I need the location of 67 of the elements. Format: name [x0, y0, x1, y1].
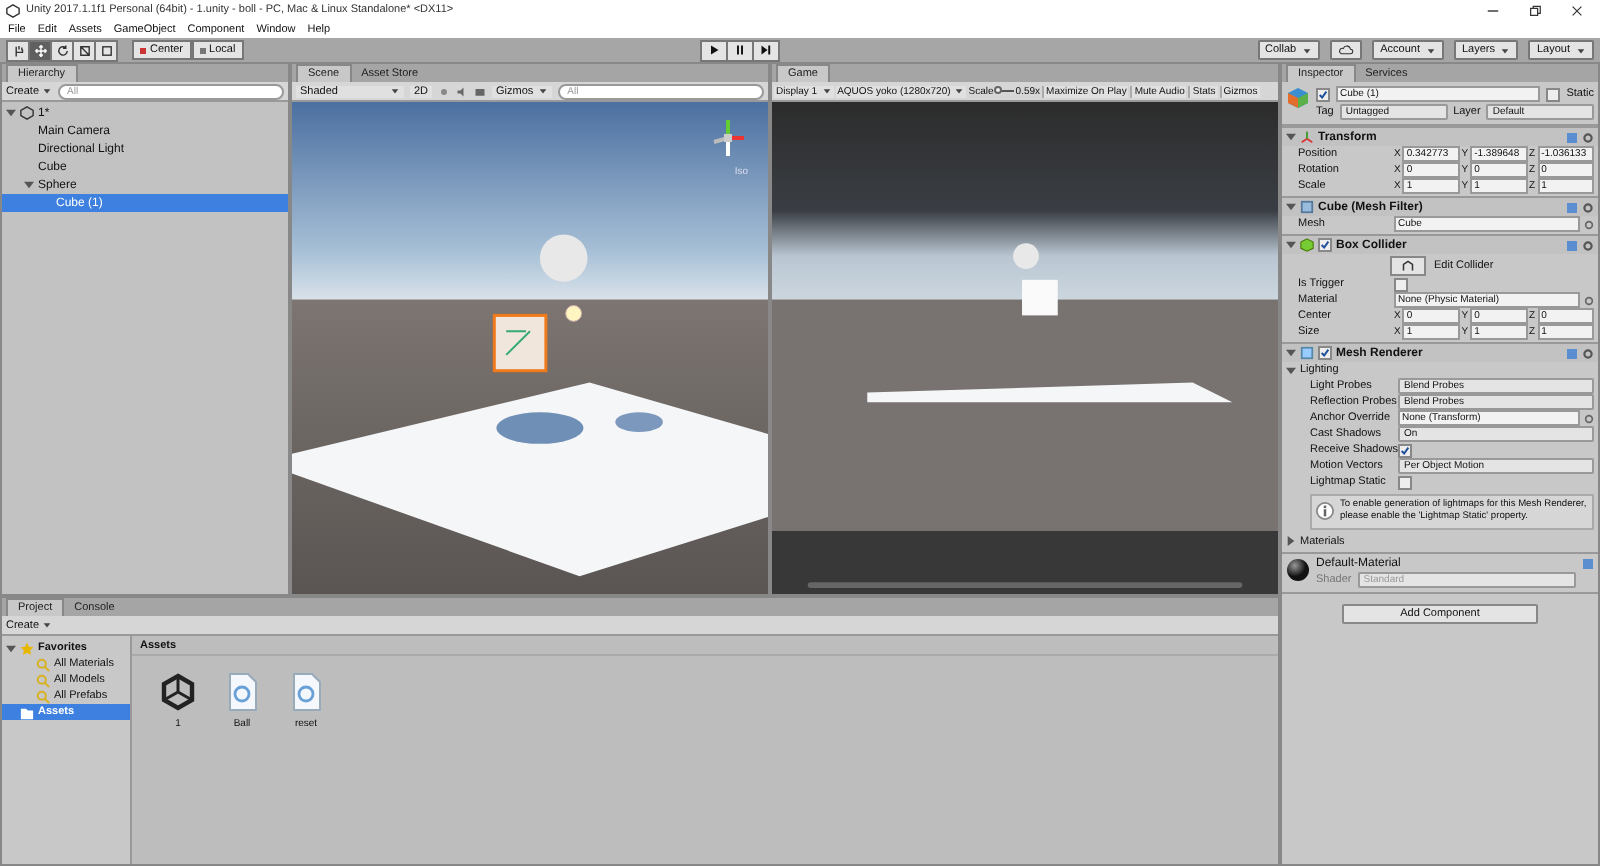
rotate-icon — [55, 43, 69, 57]
mesh-icon — [1300, 346, 1314, 360]
target-icon[interactable] — [1584, 295, 1594, 305]
collider-cube-icon — [1300, 238, 1314, 252]
cube-icon — [1286, 86, 1310, 110]
expand-triangle-icon[interactable] — [6, 108, 16, 118]
unity-logo-icon[interactable] — [158, 672, 198, 712]
caret-icon — [41, 620, 52, 630]
collider-edit-icon — [1402, 259, 1414, 271]
settings-icon[interactable] — [1582, 201, 1594, 213]
slider-thumb[interactable] — [993, 86, 1002, 94]
expand-triangle-icon[interactable] — [1286, 240, 1296, 250]
scene-view-drawing[interactable] — [292, 102, 768, 594]
material-sphere-icon — [1286, 557, 1310, 581]
caret-icon — [537, 86, 548, 96]
expand-triangle-icon[interactable] — [1286, 132, 1296, 142]
checkbox[interactable] — [1394, 277, 1408, 291]
folder-icon — [20, 705, 34, 719]
caret-icon — [1302, 45, 1313, 55]
cloud-icon — [1338, 44, 1355, 56]
tool-button[interactable] — [50, 39, 74, 61]
scale-icon — [77, 43, 91, 57]
caret-icon — [390, 86, 400, 96]
info-icon — [1316, 502, 1334, 521]
target-icon[interactable] — [1584, 219, 1594, 229]
hand-icon — [11, 43, 25, 57]
enabled-checkbox[interactable] — [1318, 346, 1332, 360]
close-icon[interactable] — [1570, 3, 1584, 17]
expand-triangle-icon[interactable] — [24, 180, 34, 190]
caret-icon — [821, 86, 832, 96]
pause-icon — [733, 44, 746, 56]
expand-triangle-icon[interactable] — [1286, 202, 1296, 212]
tool-button[interactable] — [28, 39, 52, 61]
axes-icon — [1300, 130, 1314, 144]
restore-icon[interactable] — [1528, 3, 1542, 17]
move-arrows-icon — [33, 43, 47, 57]
active-checkbox[interactable] — [1316, 87, 1330, 101]
unity-logo-icon — [6, 3, 20, 17]
caret-icon — [1500, 45, 1511, 55]
cloud-button[interactable] — [1330, 40, 1363, 60]
target-icon[interactable] — [1584, 413, 1594, 423]
settings-icon[interactable] — [1582, 131, 1594, 143]
step-icon — [759, 44, 772, 56]
expand-triangle-icon[interactable] — [6, 643, 16, 653]
settings-icon[interactable] — [1582, 239, 1594, 251]
caret-icon — [41, 86, 52, 96]
static-checkbox[interactable] — [1546, 87, 1561, 101]
tool-button[interactable] — [72, 39, 96, 61]
collapse-triangle-icon[interactable] — [1286, 536, 1296, 546]
star-icon — [20, 641, 34, 655]
tool-button[interactable] — [94, 39, 118, 61]
caret-icon — [1425, 45, 1436, 55]
rect-icon — [99, 43, 113, 57]
checkbox[interactable] — [1398, 475, 1412, 489]
play-button[interactable] — [699, 39, 728, 61]
mesh-icon — [1300, 200, 1314, 214]
play-icon — [707, 44, 720, 56]
pause-button[interactable] — [725, 39, 754, 61]
unity-scene-icon — [20, 106, 34, 120]
checkbox[interactable] — [1398, 443, 1412, 457]
enabled-checkbox[interactable] — [1318, 238, 1332, 252]
step-button[interactable] — [751, 39, 780, 61]
caret-icon — [1576, 45, 1586, 55]
caret-icon — [954, 86, 965, 96]
settings-icon[interactable] — [1582, 347, 1594, 359]
tool-button[interactable] — [6, 39, 30, 61]
edit-collider-button[interactable] — [1390, 255, 1426, 275]
